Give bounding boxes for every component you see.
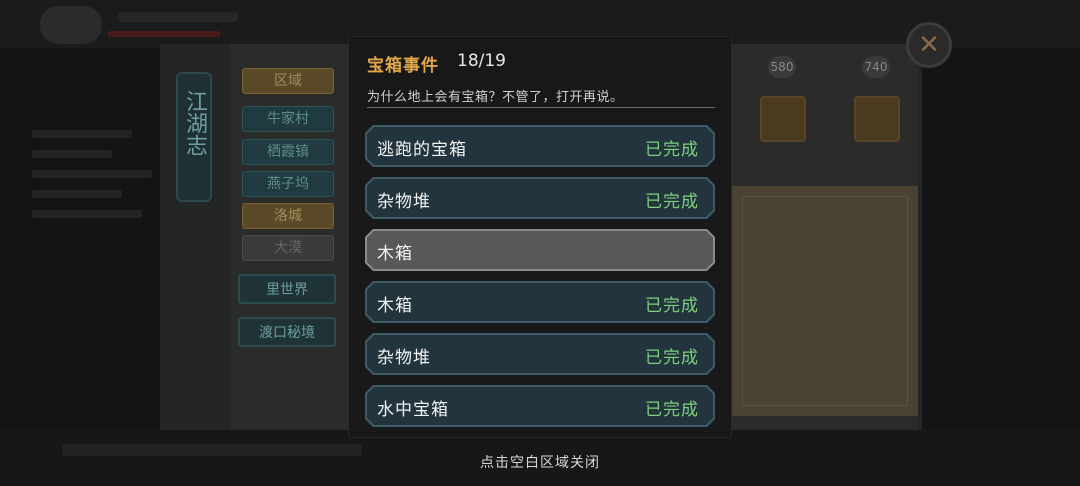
event-status: 已完成 (645, 348, 699, 368)
event-name: 杂物堆 (377, 348, 431, 368)
event-row[interactable]: 杂物堆 已完成 (365, 177, 715, 219)
event-name: 杂物堆 (377, 192, 431, 212)
event-row[interactable]: 杂物堆 已完成 (365, 333, 715, 375)
close-icon: ✕ (918, 30, 940, 60)
sidebar-title-plaque: 江湖志 (176, 72, 212, 202)
region-tab-yanziwu: 燕子坞 (242, 171, 334, 197)
dialog-subtitle: 为什么地上会有宝箱？不管了，打开再说。 (367, 90, 624, 105)
event-name: 木箱 (377, 244, 413, 264)
reward-counter-580: 580 (768, 56, 796, 78)
reward-item-1 (760, 96, 806, 142)
event-row[interactable]: 水中宝箱 已完成 (365, 385, 715, 427)
quest-tracker (32, 130, 162, 250)
event-status: 已完成 (645, 192, 699, 212)
event-list: 逃跑的宝箱 已完成 杂物堆 已完成 木箱 木箱 已完成 杂物堆 已完成 水中宝箱… (365, 125, 715, 437)
dialog-title: 宝箱事件 (367, 56, 439, 76)
event-status: 已完成 (645, 296, 699, 316)
player-hp-bar (108, 31, 220, 37)
region-tab-qixiazhen: 栖霞镇 (242, 139, 334, 165)
reward-item-2 (854, 96, 900, 142)
event-status: 已完成 (645, 140, 699, 160)
event-name: 逃跑的宝箱 (377, 140, 467, 160)
event-row[interactable]: 逃跑的宝箱 已完成 (365, 125, 715, 167)
region-tab-header: 区域 (242, 68, 334, 94)
region-tab-luocheng: 洛城 (242, 203, 334, 229)
dialog-divider (367, 107, 715, 108)
region-tab-damo: 大漠 (242, 235, 334, 261)
reward-counter-740: 740 (862, 56, 890, 78)
close-button[interactable]: ✕ (906, 22, 952, 68)
event-name: 水中宝箱 (377, 400, 449, 420)
region-tab-niujiacun: 牛家村 (242, 106, 334, 132)
ferry-secret-button: 渡口秘境 (238, 317, 336, 347)
event-row[interactable]: 木箱 已完成 (365, 281, 715, 323)
region-map (732, 186, 918, 416)
dialog-progress: 18/19 (457, 51, 506, 71)
player-name-placeholder (118, 12, 238, 22)
sidebar-title: 江湖志 (182, 90, 207, 156)
inner-world-button: 里世界 (238, 274, 336, 304)
event-status: 已完成 (645, 400, 699, 420)
event-row-active[interactable]: 木箱 (365, 229, 715, 271)
close-hint[interactable]: 点击空白区域关闭 (0, 452, 1080, 472)
player-avatar (40, 6, 102, 44)
event-name: 木箱 (377, 296, 413, 316)
treasure-event-dialog: 宝箱事件 18/19 为什么地上会有宝箱？不管了，打开再说。 逃跑的宝箱 已完成… (348, 36, 732, 438)
